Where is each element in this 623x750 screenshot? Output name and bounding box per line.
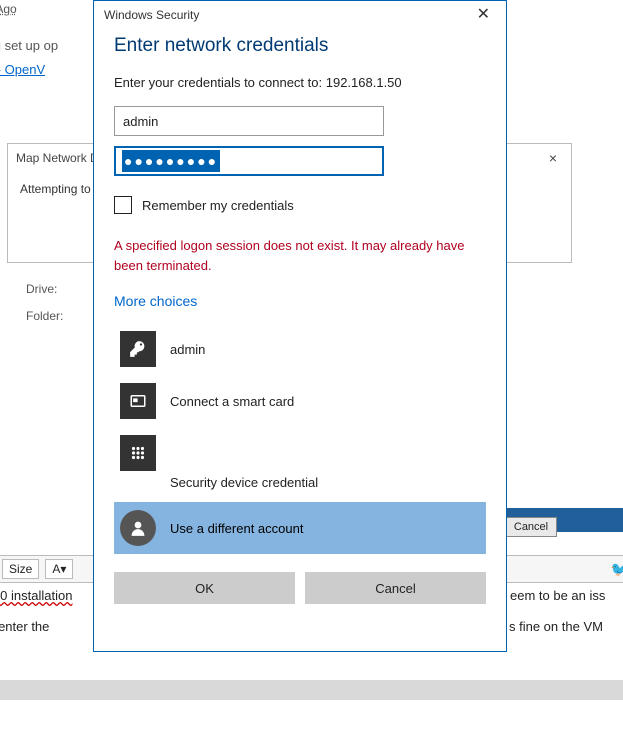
dialog-titlebar: Windows Security ✕ <box>94 1 506 29</box>
font-picker-dropdown[interactable]: A▾ <box>45 559 73 579</box>
bg-text-line-2-left: nd enter the <box>0 619 49 634</box>
remember-checkbox[interactable] <box>114 196 132 214</box>
dialog-title: Windows Security <box>104 8 199 22</box>
close-icon[interactable]: ✕ <box>471 5 496 25</box>
bg-text-line-1-right: eem to be an iss <box>510 588 605 603</box>
connect-to-text: Enter your credentials to connect to: 19… <box>114 75 486 90</box>
close-icon[interactable]: × <box>543 148 563 168</box>
choice-pin[interactable] <box>114 427 486 479</box>
map-network-title: Map Network D <box>16 151 99 165</box>
username-value: admin <box>123 114 158 129</box>
font-size-dropdown[interactable]: Size <box>2 559 39 579</box>
more-choices-link[interactable]: More choices <box>114 293 486 309</box>
timestamp-fragment: utes Ago <box>0 2 17 16</box>
ok-button[interactable]: OK <box>114 572 295 604</box>
dialog-heading: Enter network credentials <box>114 35 486 57</box>
bg-openvpn-link[interactable]: ows - OpenV <box>0 62 45 77</box>
password-input[interactable]: ●●●●●●●●● <box>114 146 384 176</box>
password-mask: ●●●●●●●●● <box>122 150 220 172</box>
folder-label: Folder: <box>26 309 63 323</box>
drive-label: Drive: <box>26 282 57 296</box>
cancel-button[interactable]: Cancel <box>305 572 486 604</box>
smartcard-icon <box>120 383 156 419</box>
error-message: A specified logon session does not exist… <box>114 236 474 275</box>
remember-credentials-row[interactable]: Remember my credentials <box>114 196 486 214</box>
choice-smartcard-label: Connect a smart card <box>170 394 294 409</box>
bg-text-line-1-left: T10 installation <box>0 588 72 603</box>
redacted-overlay <box>166 429 446 469</box>
twitter-icon[interactable]: 🐦 <box>611 561 623 578</box>
remember-label: Remember my credentials <box>142 198 294 213</box>
windows-security-dialog: Windows Security ✕ Enter network credent… <box>93 0 507 652</box>
username-input[interactable]: admin <box>114 106 384 136</box>
choice-different-label: Use a different account <box>170 521 303 536</box>
choice-smartcard[interactable]: Connect a smart card <box>114 375 486 427</box>
key-icon <box>120 331 156 367</box>
bg-text-line-2-right: s fine on the VM <box>509 619 603 634</box>
bg-cancel-button[interactable]: Cancel <box>505 517 557 537</box>
bg-gray-strip <box>0 680 623 700</box>
bg-setup-text: you set up op <box>0 38 58 53</box>
choice-admin-label: admin <box>170 342 205 357</box>
person-icon <box>120 510 156 546</box>
choice-admin[interactable]: admin <box>114 323 486 375</box>
choice-different-account[interactable]: Use a different account <box>114 502 486 554</box>
keypad-icon <box>120 435 156 471</box>
